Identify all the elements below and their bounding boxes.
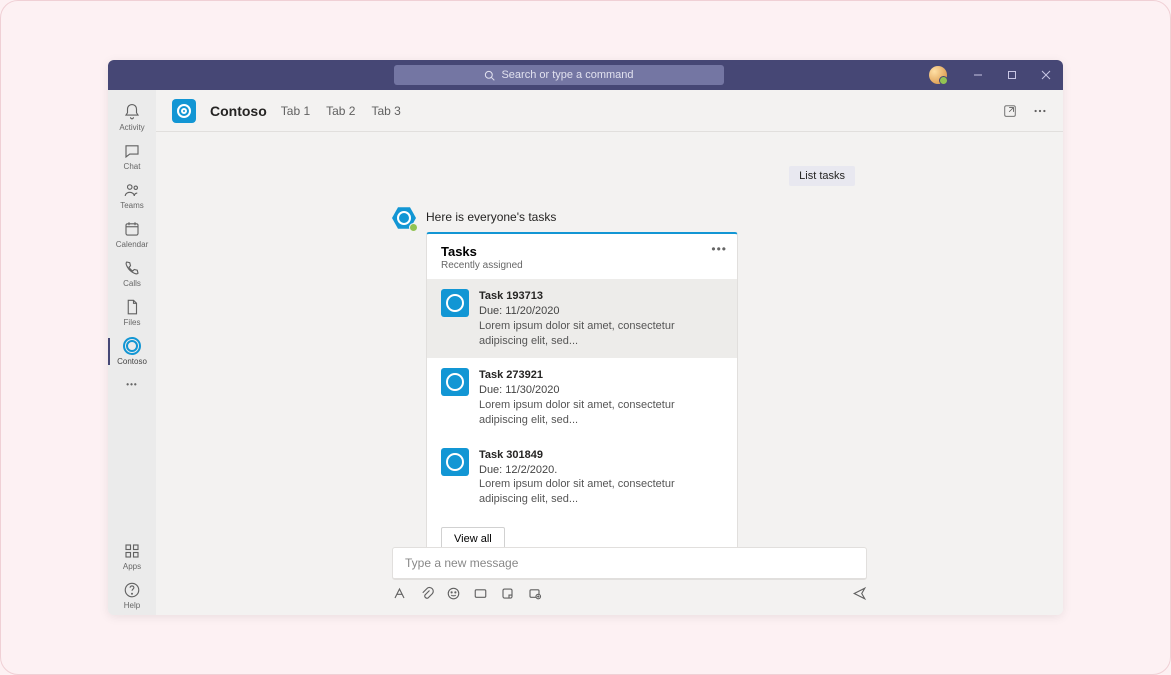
chat-icon [123,142,141,160]
extensions-icon[interactable] [527,586,542,601]
window-maximize-button[interactable] [995,60,1029,90]
task-due: Due: 11/30/2020 [479,383,723,398]
sticker-icon[interactable] [500,586,515,601]
task-row[interactable]: Task 193713 Due: 11/20/2020 Lorem ipsum … [427,279,737,358]
app-title: Contoso [210,103,267,119]
rail-calls[interactable]: Calls [108,254,156,293]
task-row[interactable]: Task 301849 Due: 12/2/2020. Lorem ipsum … [427,438,737,517]
avatar[interactable] [929,66,947,84]
rail-label: Apps [123,562,141,571]
card-subtitle: Recently assigned [441,260,723,271]
user-message-pill: List tasks [789,166,855,186]
tasks-card: Tasks Recently assigned ••• Task 193713 … [426,232,738,566]
rail-apps[interactable]: Apps [108,537,156,576]
send-icon[interactable] [852,586,867,601]
calendar-icon [123,220,141,238]
task-icon [441,289,469,317]
rail-more[interactable]: ••• [108,375,156,394]
search-input[interactable]: Search or type a command [394,65,724,85]
search-placeholder: Search or type a command [501,69,633,81]
bell-icon [123,103,141,121]
search-icon [484,70,495,81]
attach-icon[interactable] [419,586,434,601]
task-icon [441,368,469,396]
task-desc: Lorem ipsum dolor sit amet, consectetur … [479,477,723,507]
task-title: Task 301849 [479,448,723,463]
task-row[interactable]: Task 273921 Due: 11/30/2020 Lorem ipsum … [427,358,737,437]
title-bar: Search or type a command [108,60,1063,90]
rail-calendar[interactable]: Calendar [108,215,156,254]
task-title: Task 193713 [479,289,723,304]
tab-3[interactable]: Tab 3 [371,104,400,118]
rail-label: Activity [119,123,144,132]
task-due: Due: 11/20/2020 [479,304,723,319]
rail-label: Files [124,318,141,327]
emoji-icon[interactable] [446,586,461,601]
task-icon [441,448,469,476]
rail-label: Teams [120,201,144,210]
contoso-icon [123,337,141,355]
rail-activity[interactable]: Activity [108,98,156,137]
bot-message-text: Here is everyone's tasks [426,206,738,232]
tab-2[interactable]: Tab 2 [326,104,355,118]
rail-files[interactable]: Files [108,293,156,332]
task-due: Due: 12/2/2020. [479,463,723,478]
app-rail: Activity Chat Teams Calendar Calls Files [108,90,156,615]
rail-label: Chat [124,162,141,171]
app-logo [172,99,196,123]
tab-1[interactable]: Tab 1 [281,104,310,118]
file-icon [123,298,141,316]
rail-label: Help [124,601,140,610]
rail-label: Contoso [117,357,147,366]
rail-chat[interactable]: Chat [108,137,156,176]
rail-label: Calendar [116,240,148,249]
help-icon [123,581,141,599]
app-window: Search or type a command Activity Chat T… [108,60,1063,615]
rail-help[interactable]: Help [108,576,156,615]
card-menu-icon[interactable]: ••• [711,242,727,256]
gif-icon[interactable] [473,586,488,601]
window-close-button[interactable] [1029,60,1063,90]
compose-input[interactable]: Type a new message [392,547,867,580]
task-title: Task 273921 [479,368,723,383]
rail-teams[interactable]: Teams [108,176,156,215]
tab-header: Contoso Tab 1 Tab 2 Tab 3 [156,90,1063,132]
task-desc: Lorem ipsum dolor sit amet, consectetur … [479,319,723,349]
window-minimize-button[interactable] [961,60,995,90]
rail-contoso[interactable]: Contoso [108,332,156,371]
apps-icon [123,542,141,560]
teams-icon [123,181,141,199]
format-icon[interactable] [392,586,407,601]
phone-icon [123,259,141,277]
task-desc: Lorem ipsum dolor sit amet, consectetur … [479,398,723,428]
card-title: Tasks [441,244,723,259]
rail-label: Calls [123,279,141,288]
bot-avatar [392,206,416,230]
more-icon[interactable] [1033,104,1047,118]
popout-icon[interactable] [1003,104,1017,118]
